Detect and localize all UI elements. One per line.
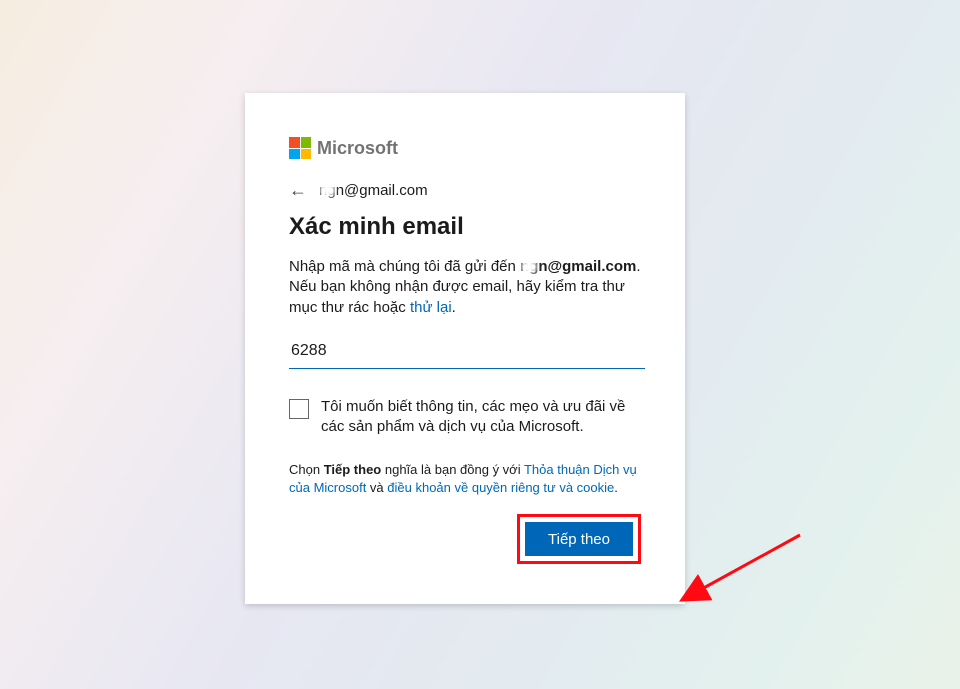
page-background: Microsoft ← ngn@gmail.com Xác minh email…	[0, 0, 960, 689]
optin-checkbox[interactable]	[289, 399, 309, 419]
verification-code-input[interactable]	[289, 336, 645, 369]
legal-end: .	[614, 480, 618, 495]
next-button[interactable]: Tiếp theo	[525, 522, 633, 556]
instruction-after2: .	[452, 299, 456, 316]
back-arrow-icon[interactable]: ←	[289, 181, 307, 199]
legal-before: Chọn	[289, 462, 324, 477]
annotation-arrow-icon	[670, 520, 830, 620]
legal-mid: nghĩa là bạn đồng ý với	[381, 462, 524, 477]
legal-and: và	[366, 480, 387, 495]
instruction-before: Nhập mã mà chúng tôi đã gửi đến	[289, 258, 516, 275]
identity-email-hidden: ng	[319, 182, 336, 199]
microsoft-logo-text: Microsoft	[317, 138, 398, 159]
instruction-email-suffix: n@gmail.com	[538, 258, 636, 275]
identity-email: ngn@gmail.com	[319, 182, 428, 199]
instruction-text: Nhập mã mà chúng tôi đã gửi đến ngn@gmai…	[289, 257, 641, 318]
legal-bold: Tiếp theo	[324, 462, 382, 477]
try-again-link[interactable]: thử lại	[410, 299, 452, 316]
identity-email-suffix: n@gmail.com	[336, 182, 428, 199]
identity-row: ← ngn@gmail.com	[289, 181, 641, 199]
optin-row: Tôi muốn biết thông tin, các mẹo và ưu đ…	[289, 397, 641, 438]
privacy-cookie-link[interactable]: điều khoản về quyền riêng tư và cookie	[387, 480, 614, 495]
optin-label: Tôi muốn biết thông tin, các mẹo và ưu đ…	[321, 397, 641, 438]
page-title: Xác minh email	[289, 213, 641, 241]
microsoft-logo-icon	[289, 137, 311, 159]
highlight-box: Tiếp theo	[517, 514, 641, 564]
legal-text: Chọn Tiếp theo nghĩa là bạn đồng ý với T…	[289, 461, 641, 496]
button-row: Tiếp theo	[289, 514, 641, 564]
signin-card: Microsoft ← ngn@gmail.com Xác minh email…	[245, 93, 685, 604]
microsoft-logo: Microsoft	[289, 137, 641, 159]
instruction-email-hidden: ng	[520, 257, 538, 277]
